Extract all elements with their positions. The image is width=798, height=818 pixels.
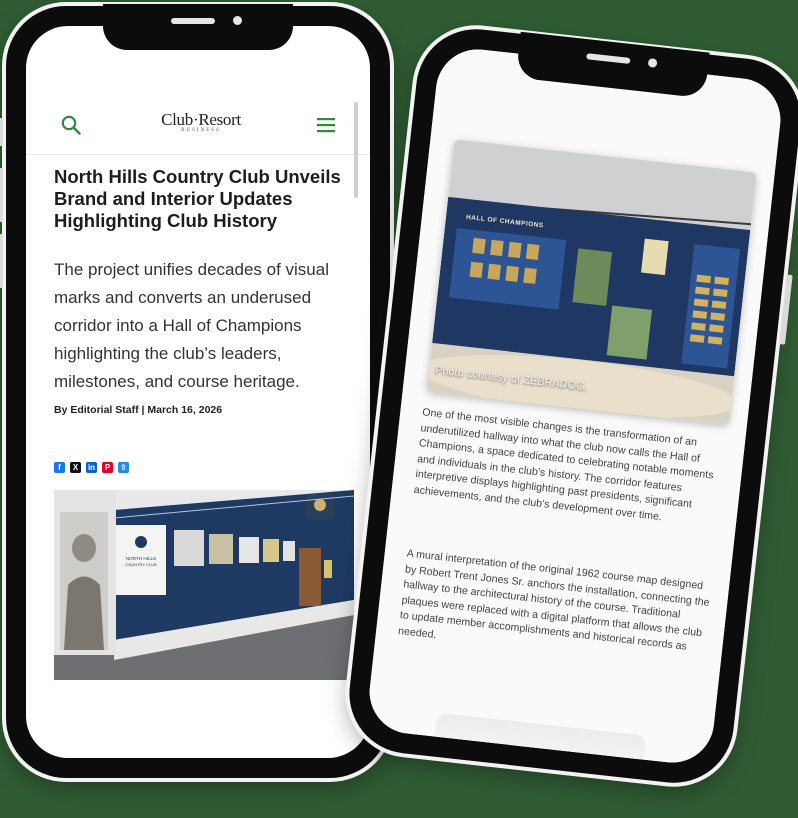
body-paragraph-1: One of the most visible changes is the t… bbox=[413, 406, 715, 523]
mute-switch bbox=[0, 118, 3, 146]
right-phone: HALL OF CHAMPIONS Photo courtesy of ZEBR… bbox=[343, 23, 798, 789]
left-phone-notch bbox=[103, 4, 293, 50]
logo-main-text: Club·Resort bbox=[161, 110, 241, 129]
left-phone-screen: Club·Resort BUSINESS North Hills Country… bbox=[26, 26, 370, 758]
body-paragraph-2: A mural interpretation of the original 1… bbox=[397, 547, 711, 653]
search-icon[interactable] bbox=[60, 114, 82, 136]
article-continuation: HALL OF CHAMPIONS Photo courtesy of ZEBR… bbox=[365, 45, 785, 767]
share-icon[interactable]: ⇧ bbox=[118, 462, 129, 473]
facebook-icon[interactable]: f bbox=[54, 462, 65, 473]
faded-content-block bbox=[433, 712, 647, 767]
left-phone: Club·Resort BUSINESS North Hills Country… bbox=[0, 4, 390, 778]
article-deck: The project unifies decades of visual ma… bbox=[54, 260, 329, 391]
right-phone-screen: HALL OF CHAMPIONS Photo courtesy of ZEBR… bbox=[365, 45, 785, 767]
hall-photo-image: HALL OF CHAMPIONS bbox=[426, 139, 757, 425]
article-byline: By Editorial Staff | March 16, 2026 bbox=[54, 404, 223, 416]
front-camera bbox=[233, 16, 242, 25]
power-button bbox=[779, 274, 793, 345]
x-icon[interactable]: X bbox=[70, 462, 81, 473]
hero-sign-line1: NORTH HILLS bbox=[126, 556, 156, 561]
article: North Hills Country Club Unveils Brand a… bbox=[54, 166, 354, 416]
page-scrollbar[interactable] bbox=[354, 102, 358, 198]
volume-down-button bbox=[0, 234, 3, 288]
hamburger-menu-icon[interactable] bbox=[316, 116, 336, 134]
hero-sign-line2: COUNTRY CLUB bbox=[125, 562, 157, 567]
speaker-grille bbox=[171, 18, 215, 24]
volume-up-button bbox=[0, 168, 3, 222]
front-camera bbox=[647, 57, 658, 68]
pinterest-icon[interactable]: P bbox=[102, 462, 113, 473]
speaker-grille bbox=[586, 53, 631, 64]
share-buttons: f Xin P ⇧ bbox=[54, 462, 129, 473]
site-logo[interactable]: Club·Resort BUSINESS bbox=[146, 110, 256, 133]
article-title: North Hills Country Club Unveils Brand a… bbox=[54, 166, 341, 231]
linkedin-icon[interactable]: in bbox=[86, 462, 97, 473]
hall-of-champions-photo: HALL OF CHAMPIONS Photo courtesy of ZEBR… bbox=[426, 139, 757, 425]
hero-image: NORTH HILLS COUNTRY CLUB bbox=[54, 490, 354, 680]
